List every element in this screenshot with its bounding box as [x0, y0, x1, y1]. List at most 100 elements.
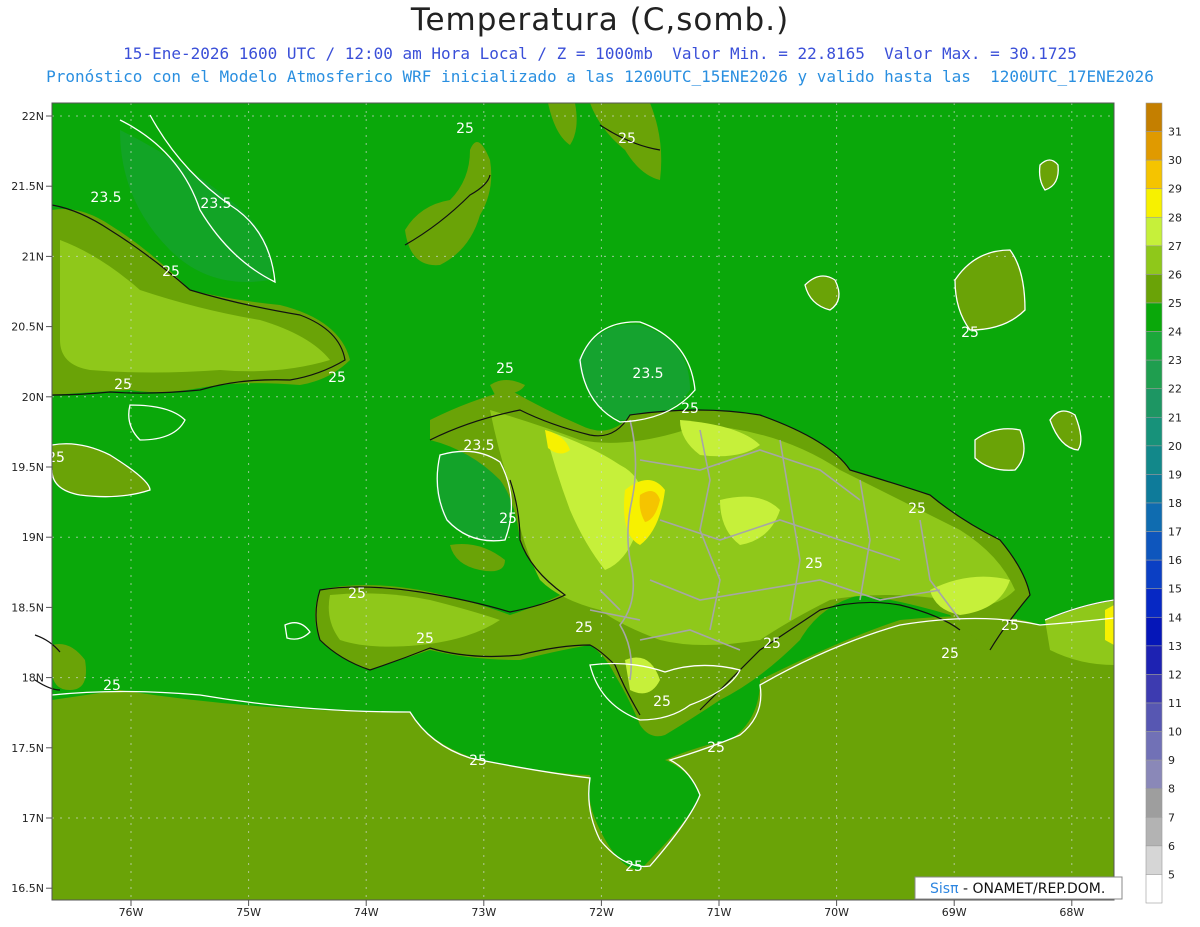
colorbar-swatch	[1145, 245, 1163, 275]
colorbar-swatch	[1145, 474, 1163, 504]
temperature-colorbar: 31 30 29 28 27 26 25 24 23 22 21 20 19 18 17 16 15 14 13 12…	[1145, 102, 1182, 904]
contour-label: 25	[625, 859, 643, 875]
colorbar-swatch	[1145, 816, 1163, 847]
contour-label: 25	[653, 694, 671, 710]
longitude-label: 73W	[471, 906, 496, 919]
colorbar-swatch	[1145, 102, 1163, 132]
colorbar-swatch	[1145, 188, 1163, 218]
latitude-label: 19.5N	[11, 461, 44, 474]
colorbar-swatch	[1145, 159, 1163, 190]
contour-label: 25	[103, 678, 121, 694]
contour-label: 25	[575, 620, 593, 636]
contour-label: 25	[763, 636, 781, 652]
colorbar-swatch	[1145, 588, 1163, 618]
colorbar-label: 23	[1168, 354, 1182, 367]
longitude-label: 71W	[707, 906, 732, 919]
contour-label: 25	[908, 501, 926, 517]
longitude-label: 74W	[354, 906, 379, 919]
latitude-label: 20.5N	[11, 321, 44, 334]
colorbar-swatch	[1145, 274, 1163, 304]
colorbar-swatch	[1145, 331, 1163, 361]
colorbar-label: 19	[1168, 468, 1182, 481]
contour-label: 23.5	[200, 196, 231, 212]
credit-text: Sisπ - ONAMET/REP.DOM.	[930, 881, 1105, 897]
latitude-label: 22N	[22, 110, 44, 123]
colorbar-label: 29	[1168, 183, 1182, 196]
colorbar-swatch	[1145, 388, 1163, 418]
longitude-label: 69W	[942, 906, 967, 919]
contour-label: 25	[114, 377, 132, 393]
contour-label: 25	[941, 646, 959, 662]
colorbar-label: 5	[1168, 868, 1175, 881]
colorbar-swatch	[1145, 302, 1163, 332]
contour-label: 25	[681, 401, 699, 417]
colorbar-label: 30	[1168, 154, 1182, 167]
contour-label: 25	[1001, 618, 1019, 634]
contour-label: 25	[707, 740, 725, 756]
longitude-label: 75W	[236, 906, 261, 919]
colorbar-label: 18	[1168, 497, 1182, 510]
longitude-labels: 76W 75W 74W 73W 72W 71W 70W 69W 68W	[119, 900, 1084, 919]
latitude-labels: 22N 21.5N 21N 20.5N 20N 19.5N 19N 18.5N 18N 17.5N…	[11, 110, 52, 895]
colorbar-swatch	[1145, 359, 1163, 390]
colorbar-label: 20	[1168, 440, 1182, 453]
colorbar-swatch	[1145, 845, 1163, 875]
colorbar-label: 27	[1168, 240, 1182, 253]
colorbar-label: 25	[1168, 297, 1182, 310]
latitude-label: 18.5N	[11, 601, 44, 614]
colorbar-label: 28	[1168, 211, 1182, 224]
colorbar-label: 7	[1168, 811, 1175, 824]
colorbar-swatch	[1145, 616, 1163, 647]
colorbar-swatch	[1145, 416, 1163, 447]
colorbar-label: 12	[1168, 668, 1182, 681]
contour-label: 25	[496, 361, 514, 377]
colorbar-swatch	[1145, 445, 1163, 475]
colorbar-label: 22	[1168, 383, 1182, 396]
puerto-rico-hot	[1105, 605, 1114, 645]
colorbar-swatch	[1145, 216, 1163, 247]
colorbar-swatch	[1145, 759, 1163, 790]
colorbar-label: 26	[1168, 268, 1182, 281]
credit-org: - ONAMET/REP.DOM.	[959, 881, 1106, 897]
contour-label: 25	[499, 511, 517, 527]
latitude-label: 17N	[22, 812, 44, 825]
colorbar-swatch	[1145, 502, 1163, 532]
latitude-label: 21.5N	[11, 180, 44, 193]
credit-box: Sisπ - ONAMET/REP.DOM.	[914, 876, 1123, 900]
latitude-label: 16.5N	[11, 882, 44, 895]
colorbar-swatch	[1145, 702, 1163, 732]
contour-label: 25	[961, 325, 979, 341]
colorbar-label: 10	[1168, 726, 1182, 739]
latitude-label: 17.5N	[11, 742, 44, 755]
contour-label: 25	[469, 753, 487, 769]
colorbar-swatch	[1145, 674, 1163, 704]
colorbar-swatch	[1145, 531, 1163, 561]
colorbar-label: 17	[1168, 526, 1182, 539]
contour-label: 25	[416, 631, 434, 647]
credit-brand: Sisπ	[930, 881, 959, 897]
colorbar-label: 15	[1168, 583, 1182, 596]
longitude-label: 76W	[119, 906, 144, 919]
contour-label: 25	[162, 264, 180, 280]
colorbar-label: 14	[1168, 611, 1182, 624]
colorbar-label: 21	[1168, 411, 1182, 424]
longitude-label: 70W	[824, 906, 849, 919]
contour-label: 25	[456, 121, 474, 137]
colorbar-swatch	[1145, 645, 1163, 675]
colorbar-label: 24	[1168, 326, 1182, 339]
colorbar-label: 16	[1168, 554, 1182, 567]
contour-label: 23.5	[632, 366, 663, 382]
longitude-label: 68W	[1059, 906, 1084, 919]
colorbar-label: 6	[1168, 840, 1175, 853]
map-panel: 25 25 23.5 23.5 25 25 25 23.5 25 25 23.5 25 25 25 25 25…	[34, 102, 1115, 901]
colorbar-swatch	[1145, 131, 1163, 161]
contour-label: 25	[805, 556, 823, 572]
colorbar-label: 8	[1168, 783, 1175, 796]
contour-label: 25	[348, 586, 366, 602]
colorbar-swatch	[1145, 788, 1163, 818]
colorbar-label: 11	[1168, 697, 1182, 710]
contour-label: 23.5	[90, 190, 121, 206]
longitude-label: 72W	[589, 906, 614, 919]
latitude-label: 20N	[22, 391, 44, 404]
colorbar-swatch	[1145, 559, 1163, 590]
